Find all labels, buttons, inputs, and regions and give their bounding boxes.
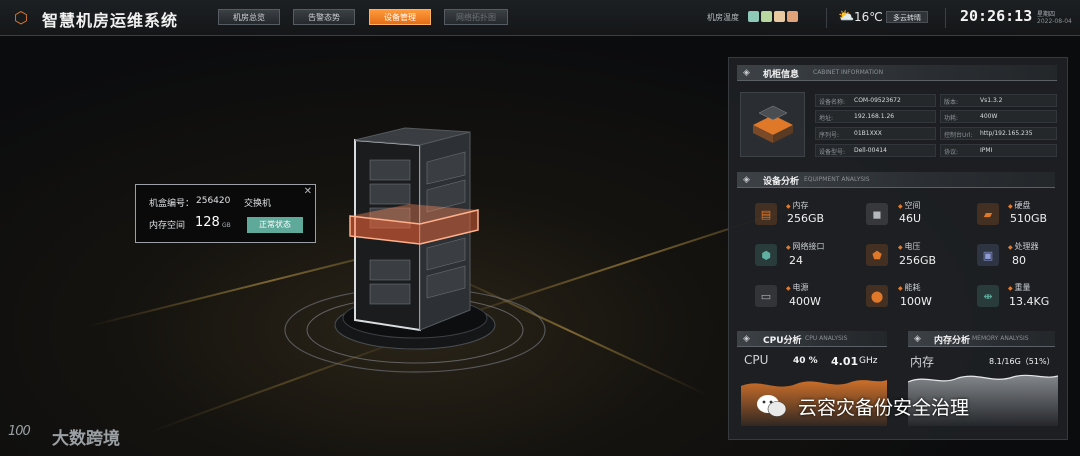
equipment-value: 46U [899, 212, 922, 225]
equipment-value: 80 [1012, 254, 1026, 267]
memory-usage: 8.1/16G（51%） [989, 357, 1055, 366]
cpu-frequency-unit: GHz [859, 356, 878, 366]
cpu-analysis-header: ◈ CPU分析 CPU ANALYSIS [737, 331, 887, 347]
section-subtitle: CPU ANALYSIS [805, 335, 848, 342]
device-popup: ✕ 机盒编号： 256420 交换机 内存空间 128 GB 正常状态 [135, 184, 316, 243]
section-subtitle: CABINET INFORMATION [813, 69, 884, 76]
disk-icon: ▰ [977, 203, 999, 225]
weather-temperature: 16℃ [854, 10, 883, 24]
brand-logo: 100 [8, 424, 31, 439]
section-title: 设备分析 [763, 177, 800, 187]
section-diamond-icon: ◈ [743, 334, 750, 344]
energy-icon: ⬤ [866, 285, 888, 307]
weekday: 星期四 [1037, 11, 1056, 18]
equipment-value: 256GB [899, 254, 937, 267]
info-field: 序列号: 01B1XXX [815, 127, 936, 140]
brand-name: 大数跨境 [52, 429, 120, 449]
temperature-swatch [748, 11, 759, 22]
equipment-label: 电源 [786, 282, 809, 293]
memory-value: 128 [195, 215, 220, 230]
cpu-label: CPU [744, 353, 769, 367]
equipment-label: 处理器 [1008, 241, 1039, 252]
equipment-label: 内存 [786, 200, 809, 211]
memory-label: 内存空间 [149, 221, 186, 231]
info-field: 地址: 192.168.1.26 [815, 110, 936, 123]
section-diamond-icon: ◈ [743, 68, 750, 78]
partly-cloudy-icon: ⛅ [838, 9, 855, 24]
nav-alarm[interactable]: 告警态势 [293, 9, 355, 25]
voltage-icon: ⬟ [866, 244, 888, 266]
equipment-label: 硬盘 [1008, 200, 1031, 211]
equipment-value: 256GB [787, 212, 825, 225]
nav-network-topology[interactable]: 网络拓扑图 [444, 9, 508, 25]
equipment-value: 13.4KG [1009, 295, 1050, 308]
equipment-label: 电压 [898, 241, 921, 252]
close-icon[interactable]: ✕ [304, 186, 312, 197]
equipment-label: 空间 [898, 200, 921, 211]
temperature-swatch [787, 11, 798, 22]
section-subtitle: EQUIPMENT ANALYSIS [804, 176, 870, 183]
watermark-text: 云容灾备份安全治理 [798, 397, 970, 419]
section-diamond-icon: ◈ [914, 334, 921, 344]
equipment-value: 400W [789, 295, 821, 308]
equipment-label: 能耗 [898, 282, 921, 293]
info-field: 版本: Vs1.3.2 [940, 94, 1057, 107]
cube-icon: ◼ [866, 203, 888, 225]
weather-description: 多云转晴 [886, 11, 928, 23]
nav-overview[interactable]: 机房总览 [218, 9, 280, 25]
nav-device-management[interactable]: 设备管理 [369, 9, 431, 25]
section-title: 机柜信息 [763, 70, 800, 80]
equipment-value: 510GB [1010, 212, 1048, 225]
memory-icon: ▤ [755, 203, 777, 225]
clock: 20:26:13 [960, 7, 1033, 25]
server-cabinet-3d[interactable] [270, 120, 570, 375]
top-bar: ⬡ 智慧机房运维系统 机房总览 告警态势 设备管理 网络拓扑图 机房温度 ⛅ 1… [0, 0, 1080, 36]
temperature-swatch [774, 11, 785, 22]
info-field: 功耗: 400W [940, 110, 1057, 123]
temperature-swatch [761, 11, 772, 22]
app-title: 智慧机房运维系统 [42, 11, 179, 30]
cube-logo-icon: ⬡ [14, 8, 28, 27]
info-field: 设备型号: Dell-00414 [815, 144, 936, 157]
section-title: 内存分析 [934, 336, 971, 346]
equipment-analysis-header: ◈ 设备分析 EQUIPMENT ANALYSIS [737, 172, 1055, 188]
divider [945, 8, 946, 28]
cpu-icon: ▣ [977, 244, 999, 266]
equipment-value: 24 [789, 254, 803, 267]
section-subtitle: MEMORY ANALYSIS [972, 335, 1029, 342]
equipment-value: 100W [900, 295, 932, 308]
equipment-label: 网络接口 [786, 241, 825, 252]
box-number-label: 机盒编号： [149, 199, 195, 209]
cabinet-info-header: ◈ 机柜信息 CABINET INFORMATION [737, 65, 1057, 81]
cabinet-thumbnail [740, 92, 805, 157]
section-title: CPU分析 [763, 336, 802, 346]
memory-analysis-header: ◈ 内存分析 MEMORY ANALYSIS [908, 331, 1055, 347]
temperature-label: 机房温度 [707, 13, 739, 22]
memory-unit: GB [222, 222, 231, 229]
box-number-value: 256420 [196, 196, 231, 206]
memory-label: 内存 [910, 355, 935, 369]
dumbbell-icon: ⇼ [977, 285, 999, 307]
status-button[interactable]: 正常状态 [247, 217, 303, 233]
screen-root: ⬡ 智慧机房运维系统 机房总览 告警态势 设备管理 网络拓扑图 机房温度 ⛅ 1… [0, 0, 1080, 456]
network-icon: ⬢ [755, 244, 777, 266]
equipment-label: 重量 [1008, 282, 1031, 293]
power-supply-icon: ▭ [755, 285, 777, 307]
device-type: 交换机 [244, 199, 272, 209]
info-field: 控制台Url: http/192.165.235 [940, 127, 1057, 140]
date: 2022-08-04 [1037, 18, 1072, 25]
info-field: 协议: IPMI [940, 144, 1057, 157]
cpu-frequency: 4.01 [831, 355, 859, 368]
info-field: 设备名称: COM-09523672 [815, 94, 936, 107]
divider [826, 8, 827, 28]
section-diamond-icon: ◈ [743, 175, 750, 185]
cpu-usage: 40 % [793, 356, 818, 366]
server-device-icon [753, 105, 793, 143]
wechat-icon [757, 395, 787, 417]
